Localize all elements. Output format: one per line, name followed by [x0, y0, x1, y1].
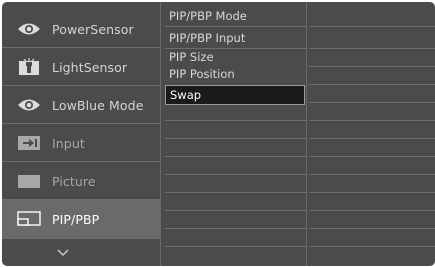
- divider: [309, 120, 435, 121]
- eye-icon: [16, 95, 42, 115]
- divider: [165, 48, 306, 49]
- column-divider: [160, 2, 161, 266]
- eye-icon: [16, 19, 42, 39]
- divider: [309, 192, 435, 193]
- divider: [309, 84, 435, 85]
- divider: [165, 192, 306, 193]
- divider: [309, 66, 435, 67]
- divider: [2, 238, 160, 239]
- divider: [309, 246, 435, 247]
- menu-item-label: LightSensor: [52, 59, 128, 75]
- menu-item-lowblue-mode[interactable]: LowBlue Mode: [2, 86, 160, 124]
- divider: [165, 120, 306, 121]
- submenu-item-label: Swap: [170, 88, 202, 102]
- menu-item-input[interactable]: Input: [2, 124, 160, 162]
- submenu-item-pip-position[interactable]: PIP Position: [169, 67, 235, 81]
- menu-item-pip-pbp[interactable]: PIP/PBP: [2, 200, 160, 238]
- submenu-item-swap[interactable]: Swap: [165, 85, 305, 105]
- pip-icon: [16, 209, 42, 229]
- divider: [165, 228, 306, 229]
- submenu-item-pip-pbp-mode[interactable]: PIP/PBP Mode: [169, 9, 247, 23]
- menu-item-picture[interactable]: Picture: [2, 162, 160, 200]
- divider: [309, 174, 435, 175]
- menu-item-label: Input: [52, 135, 85, 151]
- chevron-down-icon[interactable]: [57, 248, 69, 258]
- light-sensor-icon: [16, 57, 42, 77]
- submenu-item-pip-size[interactable]: PIP Size: [169, 50, 214, 64]
- divider: [165, 174, 306, 175]
- divider: [165, 138, 306, 139]
- submenu-item-pip-pbp-input[interactable]: PIP/PBP Input: [169, 31, 245, 45]
- column-divider: [306, 2, 307, 266]
- main-menu: PowerSensor LightSensor LowBlue Mode Inp…: [2, 2, 160, 266]
- divider: [309, 156, 435, 157]
- menu-item-label: Picture: [52, 173, 96, 189]
- menu-item-label: LowBlue Mode: [52, 97, 144, 113]
- divider: [309, 228, 435, 229]
- divider: [309, 210, 435, 211]
- menu-item-label: PowerSensor: [52, 21, 134, 37]
- divider: [309, 138, 435, 139]
- divider: [309, 102, 435, 103]
- divider: [309, 26, 435, 27]
- osd-menu: PowerSensor LightSensor LowBlue Mode Inp…: [2, 2, 435, 266]
- divider: [165, 246, 306, 247]
- divider: [165, 26, 306, 27]
- menu-item-powersensor[interactable]: PowerSensor: [2, 10, 160, 48]
- divider: [309, 48, 435, 49]
- menu-item-label: PIP/PBP: [52, 211, 100, 227]
- menu-item-lightsensor[interactable]: LightSensor: [2, 48, 160, 86]
- input-icon: [16, 133, 42, 153]
- picture-icon: [16, 171, 42, 191]
- divider: [165, 210, 306, 211]
- divider: [165, 156, 306, 157]
